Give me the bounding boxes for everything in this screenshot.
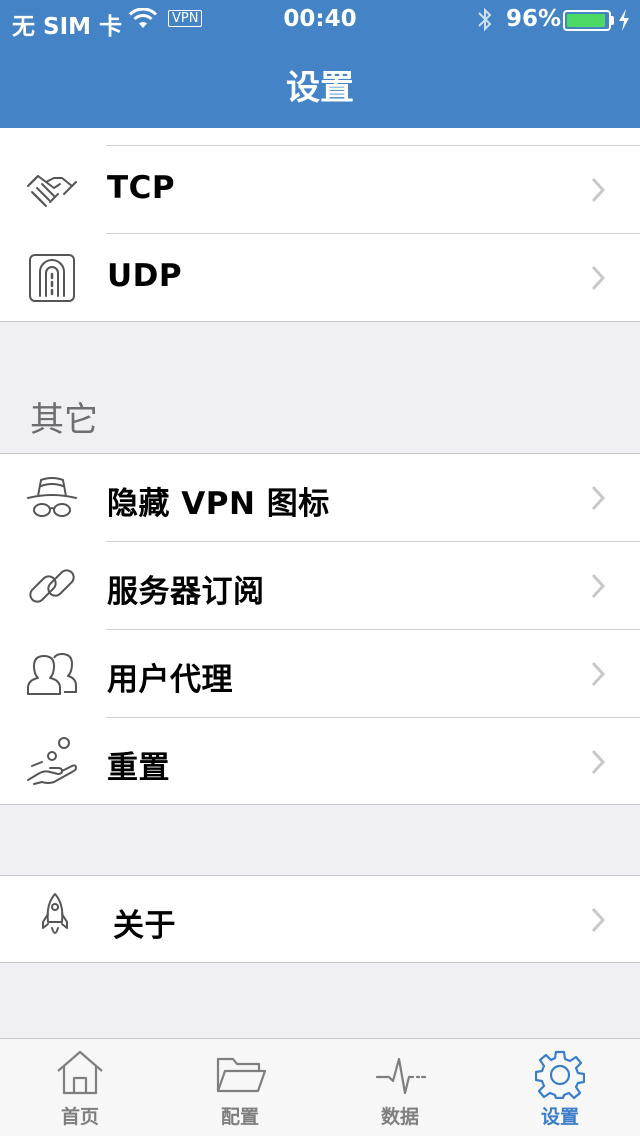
chevron-right-icon	[590, 264, 606, 296]
users-icon	[24, 648, 80, 700]
list-item-label: 关于	[113, 908, 176, 944]
charging-bolt-icon	[618, 9, 630, 37]
rocket-icon	[24, 890, 80, 942]
bluetooth-icon	[475, 5, 495, 41]
tab-config[interactable]: 配置	[160, 1039, 320, 1136]
link-icon	[24, 560, 80, 612]
hand-coin-icon	[24, 736, 80, 788]
tab-settings[interactable]: 设置	[480, 1039, 640, 1136]
list-item-reset[interactable]: 重置	[0, 718, 640, 806]
chevron-right-icon	[590, 660, 606, 692]
tab-label: 首页	[60, 1106, 99, 1128]
chevron-right-icon	[590, 484, 606, 516]
tab-label: 设置	[540, 1106, 579, 1128]
other-group: 隐藏 VPN 图标 服务器订阅 用户代理 重置	[0, 453, 640, 805]
battery-percent: 96%	[506, 6, 562, 32]
about-group: 关于	[0, 875, 640, 963]
status-bar: 无 SIM 卡 VPN 00:40 96%	[0, 0, 640, 40]
gear-icon	[534, 1049, 586, 1103]
tunnel-icon	[24, 252, 80, 304]
list-item-label: 重置	[107, 750, 170, 786]
protocol-group: TCP UDP	[0, 128, 640, 322]
tab-bar: 首页 配置 数据 设置	[0, 1038, 640, 1136]
handshake-icon	[24, 164, 80, 216]
chevron-right-icon	[590, 906, 606, 938]
battery-icon	[563, 10, 611, 31]
list-item-label: UDP	[107, 258, 183, 294]
tab-label: 配置	[220, 1106, 259, 1128]
list-item-server-subscription[interactable]: 服务器订阅	[0, 542, 640, 630]
incognito-icon	[24, 472, 80, 524]
list-item-hide-vpn-icon[interactable]: 隐藏 VPN 图标	[0, 454, 640, 542]
chevron-right-icon	[590, 748, 606, 780]
list-item-label: 服务器订阅	[107, 574, 265, 610]
list-item-udp[interactable]: UDP	[0, 234, 640, 322]
page-title: 设置	[286, 68, 354, 108]
tab-data[interactable]: 数据	[320, 1039, 480, 1136]
battery-nub	[611, 16, 614, 25]
folder-icon	[215, 1049, 267, 1101]
list-item-label: TCP	[107, 170, 176, 206]
navigation-bar: 无 SIM 卡 VPN 00:40 96% 设置	[0, 0, 640, 128]
list-item-label: 用户代理	[107, 662, 233, 698]
list-item-about[interactable]: 关于	[0, 876, 640, 964]
list-item-label: 隐藏 VPN 图标	[107, 486, 330, 522]
section-header-other: 其它	[30, 400, 98, 440]
chevron-right-icon	[590, 572, 606, 604]
tab-home[interactable]: 首页	[0, 1039, 160, 1136]
chevron-right-icon	[590, 176, 606, 208]
list-item-tcp[interactable]: TCP	[0, 146, 640, 234]
list-item-user-agent[interactable]: 用户代理	[0, 630, 640, 718]
tab-label: 数据	[380, 1106, 419, 1128]
pulse-icon	[375, 1049, 427, 1101]
home-icon	[55, 1049, 105, 1101]
